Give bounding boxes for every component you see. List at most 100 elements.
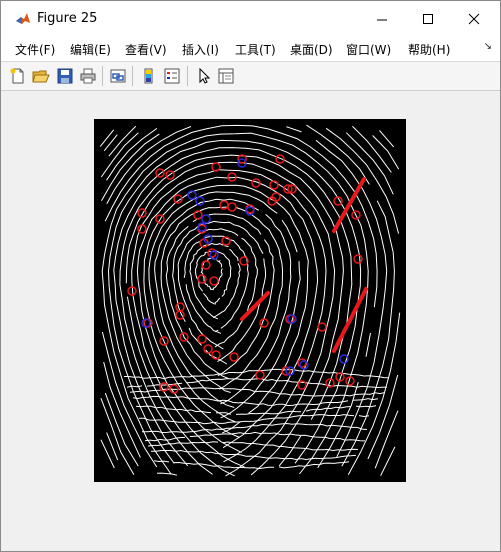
open-file-button[interactable] [32,67,50,85]
ridge-line [160,206,231,393]
toolbar-separator [132,66,133,86]
save-button[interactable] [56,67,74,85]
ridge-line [208,213,262,235]
menu-view[interactable]: 查看(V) [125,41,167,58]
minutia-segment [240,291,270,321]
ridge-line [365,332,371,357]
minutia-marker [229,352,239,362]
ridge-line [153,460,170,463]
ridge-line [355,405,377,408]
ridge-line [156,472,178,476]
ridge-line [185,284,222,334]
minutia-marker [255,370,265,380]
minutia-marker [353,254,363,264]
ridge-line [138,414,355,425]
ridge-line [101,331,158,468]
ridge-line [222,441,359,452]
ridge-line [286,126,302,133]
link-plot-button[interactable] [109,67,127,85]
minutia-marker [209,276,219,286]
menu-desktop[interactable]: 桌面(D) [290,41,333,58]
ridge-line [100,398,135,475]
colorbar-button[interactable] [140,67,158,85]
minutia-marker [227,202,237,212]
minutia-marker [207,248,217,258]
ridge-line [374,410,399,469]
legend-icon [164,68,180,84]
singular-point-marker [299,360,309,370]
ridge-line [358,415,370,418]
ridge-line [135,405,212,414]
ridge-line [214,297,221,304]
close-icon [468,13,480,25]
menu-file[interactable]: 文件(F) [15,41,55,58]
menu-tools[interactable]: 工具(T) [235,41,276,58]
ridge-line [132,395,349,407]
ridge-line [104,124,378,308]
window-title: Figure 25 [37,11,98,26]
minutia-marker [197,334,207,344]
minutia-marker [211,162,221,172]
figure-canvas [7,91,495,545]
minutia-marker [155,168,165,178]
property-inspector-icon [218,68,234,84]
ridge-line [165,226,229,379]
menu-bar: 文件(F) 编辑(E) 查看(V) 插入(I) 工具(T) 桌面(D) 窗口(W… [1,37,500,61]
minutia-marker [193,210,203,220]
toolbar-separator [187,66,188,86]
ridge-line [100,439,115,469]
fingerprint-image[interactable] [94,119,406,482]
menu-insert[interactable]: 插入(I) [182,41,219,58]
ridge-line [215,412,232,415]
ridge-line [352,398,379,401]
menu-edit[interactable]: 编辑(E) [70,41,111,58]
toolbar-separator [102,66,103,86]
print-icon [80,68,96,84]
singular-point-marker [209,250,219,260]
ridge-line [224,245,229,248]
property-inspector-button[interactable] [217,67,235,85]
print-button[interactable] [79,67,97,85]
minimize-icon [377,19,387,21]
legend-button[interactable] [163,67,181,85]
ridge-line [104,392,139,467]
minutia-marker [197,274,207,284]
ridge-line [216,259,223,268]
ridge-line [278,461,350,469]
new-figure-icon [10,68,24,84]
ridge-line [229,248,239,262]
minutia-marker [297,358,307,368]
save-icon [57,68,73,84]
minutia-marker [317,322,327,332]
singular-point-marker [195,196,205,206]
ridge-line [142,422,368,434]
menu-overflow-icon[interactable]: ↘ [484,41,492,52]
figure-window: Figure 25 文件(F) 编辑(E) 查看(V) 插入(I) 工具(T) … [0,0,501,552]
maximize-icon [423,14,433,24]
ridge-line [214,237,258,348]
menu-help[interactable]: 帮助(H) [408,41,450,58]
minutia-marker [259,318,269,328]
edit-plot-button[interactable] [195,67,213,85]
title-bar: Figure 25 [1,1,500,37]
maximize-button[interactable] [405,1,451,37]
minimize-button[interactable] [359,1,405,37]
matlab-icon [15,11,31,27]
close-button[interactable] [451,1,497,37]
ridge-line [341,200,395,467]
minutia-marker [137,224,147,234]
link-icon [110,69,126,83]
singular-point-marker [201,214,211,224]
colorbar-icon [144,68,153,84]
ridge-line [126,385,143,388]
new-figure-button[interactable] [9,67,27,85]
ridge-line [278,435,302,467]
menu-window[interactable]: 窗口(W) [346,41,391,58]
open-file-icon [32,70,50,83]
toolbar [1,61,500,91]
pointer-icon [199,67,211,84]
ridge-line [106,127,158,181]
ridge-line [203,292,216,305]
minutia-marker [219,200,229,210]
ridge-line [99,129,115,147]
